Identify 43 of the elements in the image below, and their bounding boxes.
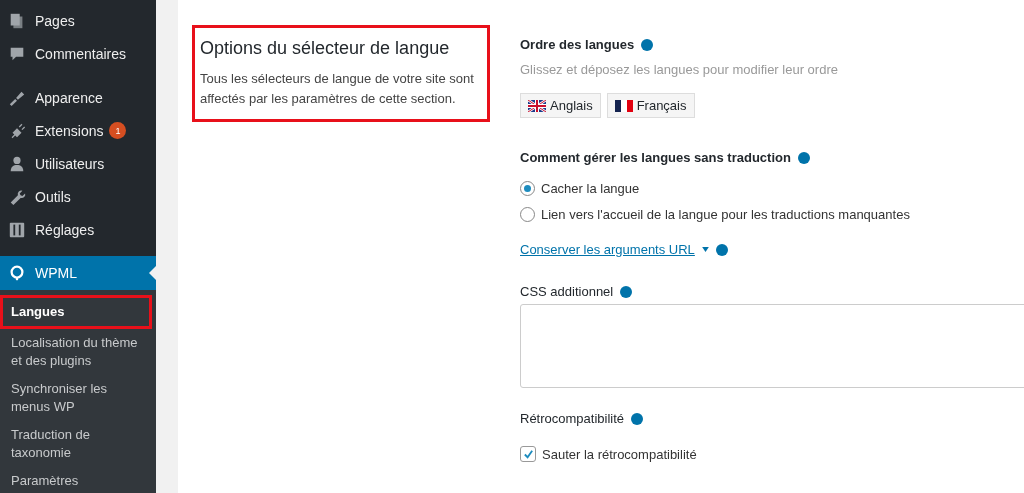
checkmark-icon	[522, 448, 534, 460]
help-icon[interactable]	[715, 243, 728, 256]
checkbox[interactable]	[520, 446, 536, 462]
update-count-badge: 1	[109, 122, 127, 139]
sidebar-item[interactable]: Extensions 1	[0, 114, 156, 147]
radio-button[interactable]	[520, 181, 535, 196]
radio-button[interactable]	[520, 207, 535, 222]
sliders-icon	[8, 220, 26, 239]
sidebar-item[interactable]: Pages	[0, 4, 156, 37]
radio-label[interactable]: Cacher la langue	[541, 181, 640, 196]
sidebar-item[interactable]: WPML	[0, 256, 156, 290]
hint-text: Glissez et déposez les langues pour modifier leur ordre	[520, 62, 839, 77]
submenu-item[interactable]: Localisation du thème et des plugins	[0, 329, 149, 375]
field-label: CSS additionnel	[520, 284, 614, 299]
language-chip[interactable]: Français	[606, 93, 695, 118]
url-arguments-link[interactable]: Conserver les arguments URL	[520, 242, 695, 257]
submenu-item[interactable]: Langues	[0, 295, 152, 329]
wpml-icon	[8, 264, 26, 282]
field-label: Ordre des langues	[520, 37, 635, 52]
help-icon[interactable]	[631, 412, 644, 425]
checkbox-label[interactable]: Sauter la rétrocompatibilité	[542, 446, 697, 462]
submenu-item[interactable]: Synchroniser les menus WP	[0, 375, 149, 421]
sidebar-item[interactable]: Commentaires	[0, 37, 156, 70]
user-icon	[8, 154, 26, 173]
help-icon[interactable]	[620, 285, 633, 298]
flag-icon	[614, 99, 633, 112]
sidebar-item[interactable]: Utilisateurs	[0, 147, 156, 180]
flag-icon	[528, 99, 546, 112]
submenu-item[interactable]: Paramètres	[0, 467, 149, 493]
css-input-field[interactable]	[520, 304, 1024, 388]
submenu-item[interactable]: Traduction de taxonomie	[0, 421, 149, 467]
help-icon[interactable]	[797, 151, 810, 164]
sidebar-item[interactable]: Apparence	[0, 81, 156, 114]
caret-icon[interactable]	[701, 247, 709, 252]
language-chip[interactable]: Anglais	[520, 93, 601, 118]
sidebar-item[interactable]: Outils	[0, 180, 156, 213]
field-label: Rétrocompatibilité	[520, 411, 625, 426]
help-icon[interactable]	[641, 38, 654, 51]
field-label: Comment gérer les langues sans traduction	[520, 150, 791, 165]
radio-label[interactable]: Lien vers l'accueil de la langue pour les traductions manquantes	[541, 207, 910, 222]
sidebar-item[interactable]: Réglages	[0, 213, 156, 246]
section-title: Options du sélecteur de langue	[200, 38, 451, 59]
section-description: Tous les sélecteurs de langue de votre site sont affectés par les paramètres de cette section.	[200, 70, 475, 108]
